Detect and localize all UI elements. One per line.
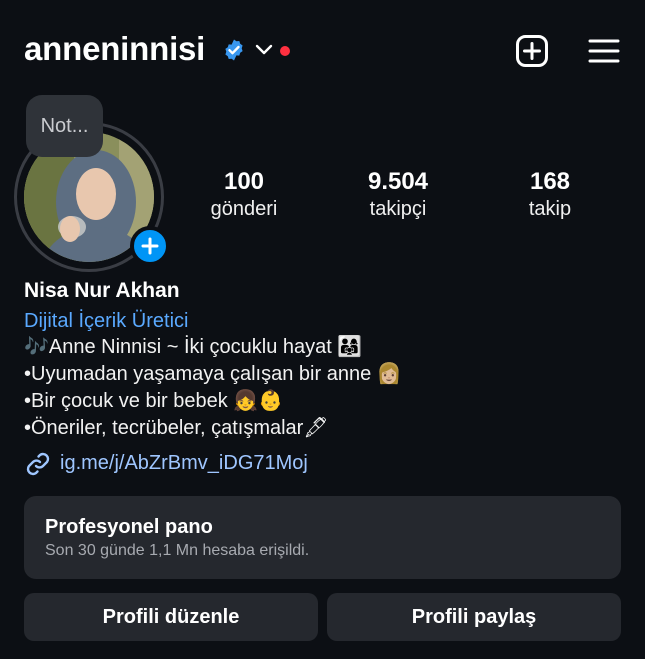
bio-link-text[interactable]: ig.me/j/AbZrBmv_iDG71Moj — [60, 452, 308, 475]
following-label: takip — [528, 198, 572, 220]
following-count: 168 — [529, 168, 571, 195]
share-profile-button[interactable]: Profili paylaş — [327, 593, 621, 641]
dashboard-subtitle: Son 30 günde 1,1 Mn hesaba erişildi. — [45, 542, 310, 559]
notification-dot — [280, 46, 290, 56]
posts-count: 100 — [223, 168, 265, 195]
add-content-icon[interactable] — [515, 34, 549, 68]
bio-line: •Uyumadan yaşamaya çalışan bir anne 👩🏼 — [24, 363, 402, 385]
bio-line: 🎶Anne Ninnisi ~ İki çocuklu hayat 👨‍👩‍👧 — [24, 336, 363, 358]
display-name: Nisa Nur Akhan — [24, 279, 180, 302]
followers-stat[interactable]: 9.504 takipçi — [338, 168, 458, 222]
bio-line: •Bir çocuk ve bir bebek 👧👶 — [24, 390, 284, 412]
following-stat[interactable]: 168 takip — [490, 168, 610, 222]
menu-icon[interactable] — [587, 34, 621, 68]
edit-profile-button[interactable]: Profili düzenle — [24, 593, 318, 641]
professional-dashboard[interactable]: Profesyonel pano Son 30 günde 1,1 Mn hes… — [24, 496, 621, 579]
bio-line: •Öneriler, tecrübeler, çatışmalar🖋 — [24, 417, 329, 439]
dashboard-title: Profesyonel pano — [45, 516, 213, 538]
chevron-down-icon[interactable] — [255, 43, 273, 57]
posts-label: gönderi — [210, 198, 278, 220]
followers-label: takipçi — [369, 198, 427, 220]
category-label[interactable]: Dijital İçerik Üretici — [24, 308, 624, 334]
verified-badge-icon — [225, 39, 243, 61]
add-story-button[interactable] — [130, 226, 170, 266]
posts-stat[interactable]: 100 gönderi — [184, 168, 304, 222]
link-icon — [26, 452, 50, 476]
username-title[interactable]: anneninnisi — [24, 30, 205, 68]
followers-count: 9.504 — [367, 168, 429, 195]
note-bubble[interactable]: Not... — [26, 95, 103, 157]
profile-bio: Nisa Nur Akhan Dijital İçerik Üretici 🎶A… — [24, 278, 624, 442]
profile-header: anneninnisi — [24, 28, 621, 74]
plus-icon — [141, 237, 159, 255]
